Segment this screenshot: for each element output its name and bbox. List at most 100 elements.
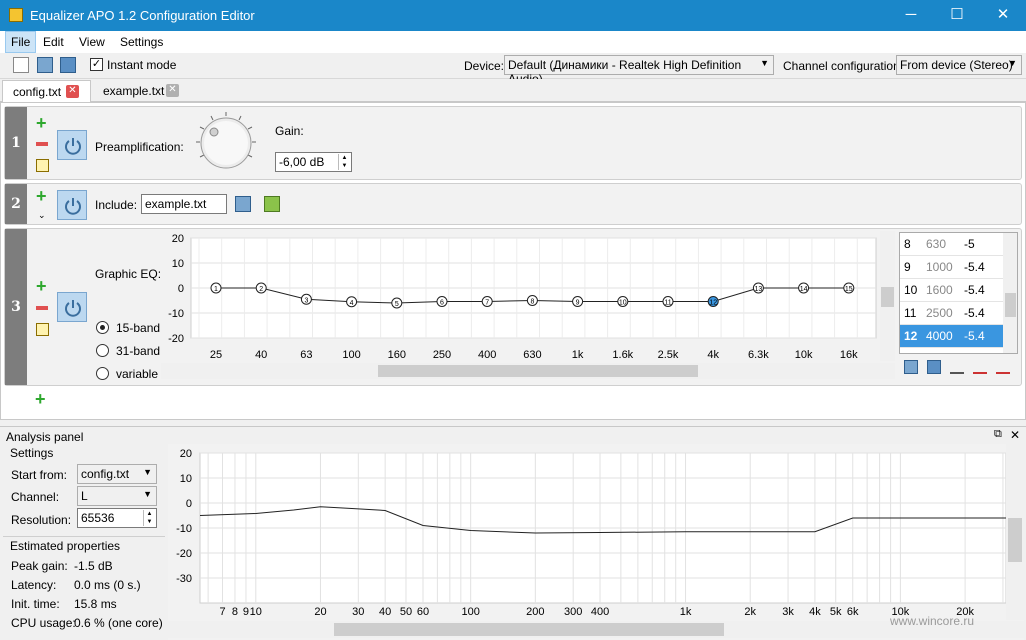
add-filter-icon[interactable]: + (36, 114, 47, 132)
gain-input[interactable]: -6,00 dB ▲ ▼ (275, 152, 352, 172)
new-file-icon[interactable] (13, 57, 29, 73)
x-tick-label: 10k (795, 349, 813, 361)
start-from-select[interactable]: config.txt ▼ (77, 464, 157, 484)
resolution-spinner[interactable]: ▲ ▼ (143, 510, 155, 526)
radio-variable[interactable] (96, 367, 109, 380)
table-row[interactable]: 9 1000 -5.4 (900, 256, 1003, 279)
channel-config-value: From device (Stereo) (900, 58, 1013, 72)
y-tick-label: -10 (176, 523, 192, 535)
add-filter-icon[interactable]: + (36, 187, 47, 205)
scrollbar-thumb (378, 365, 698, 377)
y-tick-label: 20 (172, 233, 184, 245)
save-file-icon[interactable] (60, 57, 76, 73)
remove-filter-icon[interactable] (36, 142, 48, 146)
table-row[interactable]: 8 630 -5 (900, 233, 1003, 256)
eq-band-label: 1 (214, 286, 218, 293)
invert-curve-icon[interactable] (973, 360, 987, 374)
remove-filter-icon[interactable] (36, 306, 48, 310)
device-select[interactable]: Default (Динамики - Realtek High Definit… (504, 55, 774, 86)
x-tick-label: 1k (572, 349, 584, 361)
start-from-label: Start from: (11, 468, 68, 482)
power-toggle-button[interactable] (57, 190, 87, 220)
normalize-curve-icon[interactable] (996, 360, 1010, 374)
analysis-panel-title: Analysis panel (6, 430, 84, 444)
resolution-label: Resolution: (11, 513, 72, 527)
eq-band-label: 15 (845, 286, 853, 293)
include-file-value: example.txt (145, 197, 207, 211)
include-file-input[interactable]: example.txt (141, 194, 227, 214)
minimize-button[interactable]: ─ (888, 0, 934, 31)
resolution-input[interactable]: 65536 ▲ ▼ (77, 508, 157, 528)
band-index: 10 (904, 283, 918, 297)
load-icon[interactable] (904, 360, 918, 374)
menu-file[interactable]: File (5, 31, 37, 53)
channel-label: Channel: (11, 490, 60, 504)
channel-config-select[interactable]: From device (Stereo) ▼ (896, 55, 1022, 75)
peak-gain-label: Peak gain: (11, 559, 68, 573)
power-toggle-button[interactable] (57, 130, 87, 160)
y-tick-label: 0 (186, 498, 192, 510)
frequency-response-chart[interactable]: 20100-10-20-307 8 9 10 20 30 40 50 60 100 200 300 40… (168, 444, 1024, 640)
maximize-button[interactable]: ☐ (934, 0, 980, 31)
x-tick-label: 400 (591, 606, 609, 618)
flat-curve-icon[interactable] (950, 360, 964, 374)
close-panel-icon[interactable]: ✕ (1010, 428, 1020, 442)
resolution-value: 65536 (81, 511, 115, 525)
menu-settings[interactable]: Settings (120, 35, 163, 49)
tab-example[interactable]: example.txt ✕ (93, 80, 185, 102)
graphic-eq-chart[interactable]: 20100-10-2025 40 63 100 160 250 400 630 1k 1.6k 2.… (161, 231, 895, 381)
cpu-usage-label: CPU usage: (11, 616, 76, 630)
band-gain: -5.4 (964, 306, 985, 320)
power-toggle-button[interactable] (57, 292, 87, 322)
chevron-down-icon: ▼ (1008, 58, 1017, 68)
expand-chevron-icon[interactable]: ⌄ (38, 210, 46, 221)
instant-mode-checkbox[interactable]: ✓ (90, 58, 103, 71)
close-button[interactable]: ✕ (980, 0, 1026, 31)
add-filter-icon[interactable]: + (35, 390, 46, 408)
radio-31-band-label: 31-band (116, 344, 161, 358)
channel-select[interactable]: L ▼ (77, 486, 157, 506)
radio-15-band[interactable] (96, 321, 109, 334)
band-freq: 1000 (926, 260, 953, 274)
tab-config[interactable]: config.txt ✕ (2, 80, 91, 102)
chevron-down-icon: ▼ (760, 58, 769, 68)
estimated-title: Estimated properties (10, 539, 121, 553)
init-time-label: Init. time: (11, 597, 60, 611)
add-filter-icon[interactable]: + (36, 277, 47, 295)
table-row-selected[interactable]: 12 4000 -5.4 (900, 325, 1003, 348)
x-tick-label: 100 (342, 349, 360, 361)
x-tick-label: 100 (461, 606, 479, 618)
eq-band-table[interactable]: 8 630 -5 9 1000 -5.4 10 1600 -5.4 11 250… (899, 232, 1018, 354)
menu-edit[interactable]: Edit (43, 35, 64, 49)
eq-band-label: 10 (619, 300, 627, 307)
go-to-file-icon[interactable] (264, 196, 280, 212)
eq-band-label: 3 (304, 297, 308, 304)
eq-table-toolbar (904, 360, 1018, 376)
device-label: Device: (464, 59, 505, 73)
radio-31-band[interactable] (96, 344, 109, 357)
edit-note-icon[interactable] (36, 159, 49, 172)
table-row[interactable]: 10 1600 -5.4 (900, 279, 1003, 302)
gain-spinner[interactable]: ▲ ▼ (338, 154, 350, 170)
scrollbar-thumb[interactable] (1005, 293, 1016, 317)
open-file-icon[interactable] (235, 196, 251, 212)
graphic-eq-label: Graphic EQ: (95, 267, 162, 281)
x-tick-label: 7 (219, 606, 225, 618)
open-file-icon[interactable] (37, 57, 53, 73)
x-tick-label: 10 (250, 606, 262, 618)
eq-band-label: 8 (530, 299, 534, 306)
float-panel-icon[interactable]: ⧉ (994, 428, 1002, 441)
close-tab-icon[interactable]: ✕ (166, 84, 179, 97)
close-tab-icon[interactable]: ✕ (66, 85, 79, 98)
gain-knob[interactable] (194, 110, 258, 174)
menu-view[interactable]: View (79, 35, 105, 49)
tab-example-label: example.txt (103, 84, 165, 98)
save-icon[interactable] (927, 360, 941, 374)
band-gain: -5.4 (964, 260, 985, 274)
peak-gain-value: -1.5 dB (74, 559, 113, 573)
edit-note-icon[interactable] (36, 323, 49, 336)
eq-band-label: 14 (800, 286, 808, 293)
y-tick-label: 10 (172, 258, 184, 270)
table-scrollbar[interactable] (1003, 233, 1017, 353)
table-row[interactable]: 11 2500 -5.4 (900, 302, 1003, 325)
